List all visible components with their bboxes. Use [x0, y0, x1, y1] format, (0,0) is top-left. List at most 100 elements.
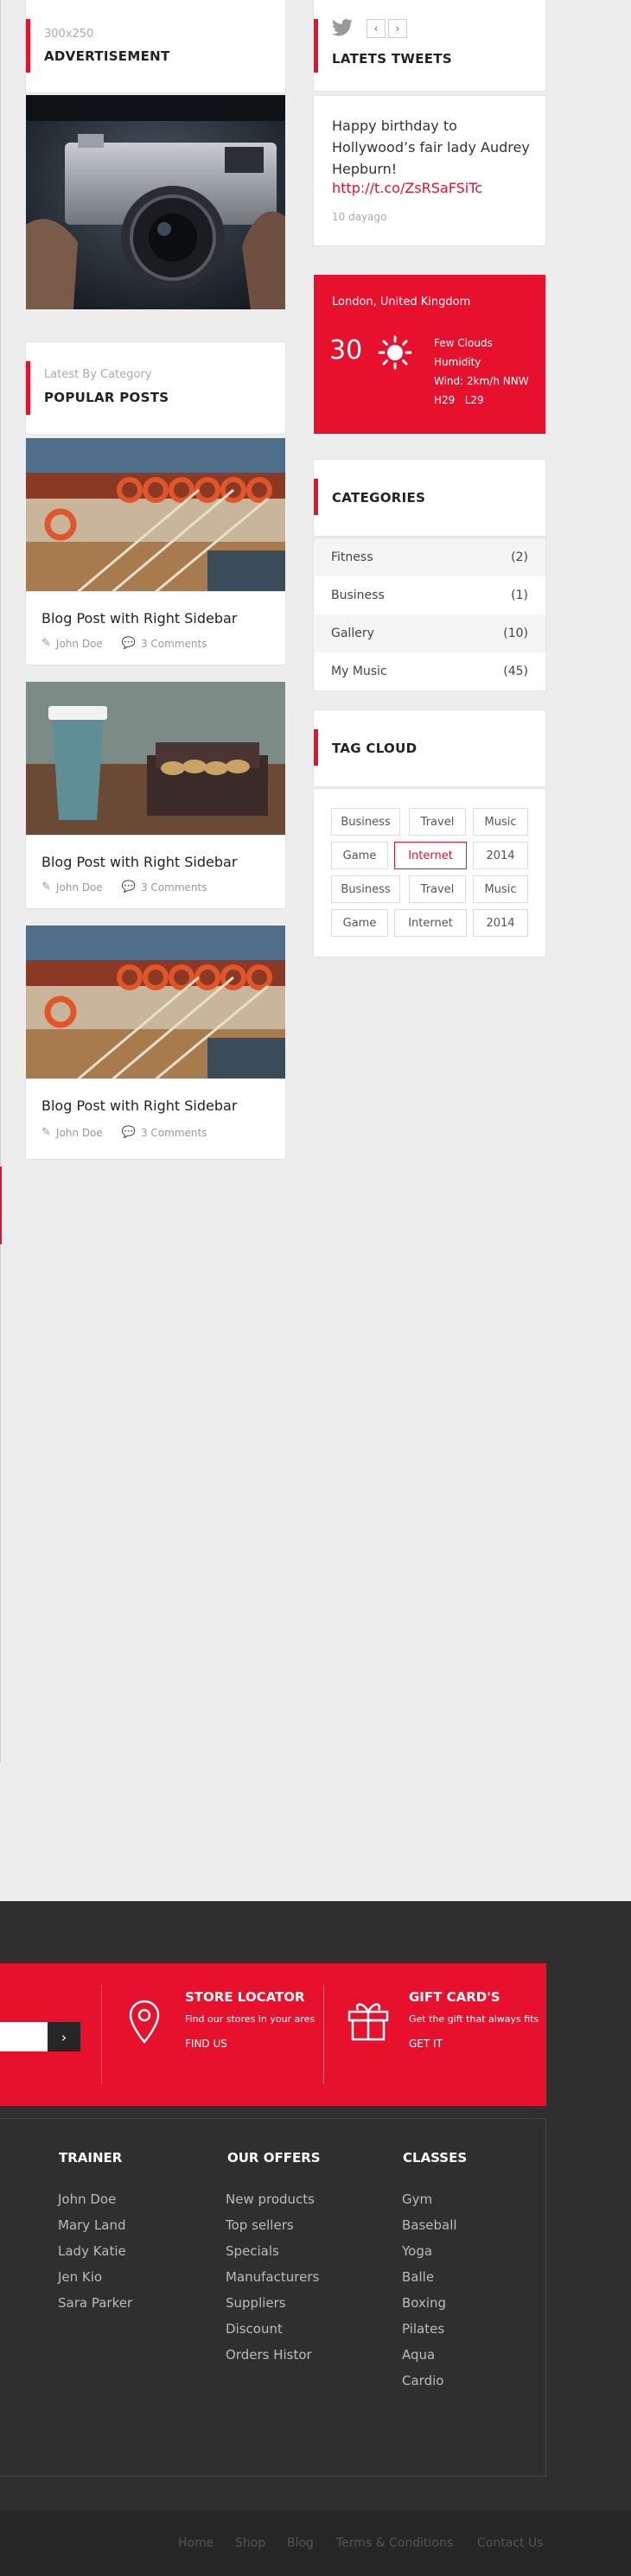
- advertisement-image[interactable]: [26, 95, 285, 309]
- post-1-meta: ✎ John Doe 💬 3 Comments: [41, 637, 207, 650]
- divider: [323, 1985, 324, 2084]
- divider: [101, 1985, 102, 2084]
- tag-item[interactable]: Business: [331, 808, 400, 836]
- classes-link[interactable]: Pilates: [402, 2321, 444, 2337]
- post-author[interactable]: John Doe: [56, 881, 103, 894]
- offers-link[interactable]: New products: [226, 2191, 315, 2207]
- popular-subtitle: Latest By Category: [44, 368, 152, 381]
- tag-item[interactable]: Internet: [394, 909, 467, 937]
- comment-icon: 💬: [121, 637, 136, 650]
- post-3-image[interactable]: [26, 925, 285, 1079]
- coffee-photo: [26, 682, 285, 836]
- edit-icon: ✎: [41, 1126, 51, 1139]
- bottom-link-terms[interactable]: Terms & Conditions: [336, 2536, 453, 2550]
- newsletter-input[interactable]: [0, 2022, 48, 2051]
- tag-item[interactable]: Music: [473, 808, 528, 836]
- post-3-meta: ✎ John Doe 💬 3 Comments: [41, 1126, 207, 1139]
- post-comments[interactable]: 3 Comments: [141, 1127, 207, 1139]
- gift-card-text: Get the gift that always fits: [409, 2013, 539, 2025]
- offers-link[interactable]: Discount: [226, 2321, 283, 2337]
- tag-item-active[interactable]: Internet: [394, 842, 467, 869]
- category-item[interactable]: My Music (45): [314, 652, 545, 690]
- title-accent: [26, 19, 30, 73]
- categories-title: CATEGORIES: [332, 490, 426, 506]
- classes-link[interactable]: Gym: [402, 2191, 432, 2207]
- bottom-link-home[interactable]: Home: [178, 2536, 214, 2550]
- category-count: (2): [511, 550, 528, 564]
- title-accent: [26, 361, 30, 415]
- boat-photo: [26, 438, 285, 592]
- post-1-image[interactable]: [26, 438, 285, 592]
- post-author[interactable]: John Doe: [56, 1127, 103, 1139]
- weather-condition: Few Clouds: [434, 337, 493, 349]
- bottom-link-contact[interactable]: Contact Us: [477, 2536, 543, 2550]
- classes-link[interactable]: Balle: [402, 2269, 434, 2285]
- tag-item[interactable]: Game: [331, 909, 388, 937]
- offers-link[interactable]: Top sellers: [226, 2217, 294, 2233]
- ad-size: 300x250: [44, 28, 94, 41]
- category-item[interactable]: Gallery (10): [314, 614, 545, 652]
- tag-item[interactable]: Music: [473, 875, 528, 903]
- tweet-text: Happy birthday to Hollywood’s fair lady …: [332, 118, 530, 177]
- category-item[interactable]: Business (1): [314, 576, 545, 614]
- sun-icon: [378, 335, 412, 373]
- classes-link[interactable]: Baseball: [402, 2217, 457, 2233]
- trainer-link[interactable]: John Doe: [58, 2191, 116, 2207]
- classes-link[interactable]: Cardio: [402, 2373, 443, 2388]
- tag-item[interactable]: Business: [331, 875, 400, 903]
- gift-icon: [346, 2000, 391, 2045]
- trainer-link[interactable]: Jen Kio: [58, 2269, 102, 2285]
- category-name: Business: [331, 588, 385, 602]
- edit-icon: ✎: [41, 881, 51, 894]
- tag-item[interactable]: Game: [331, 842, 388, 869]
- post-2-title[interactable]: Blog Post with Right Sidebar: [41, 854, 237, 870]
- tag-cloud-widget: TAG CLOUD: [314, 710, 545, 786]
- classes-link[interactable]: Aqua: [402, 2347, 435, 2363]
- classes-link[interactable]: Boxing: [402, 2295, 446, 2311]
- footer-banner: › STORE LOCATOR Find our stores in your …: [0, 1963, 546, 2106]
- map-pin-icon: [128, 2000, 161, 2048]
- tag-item[interactable]: 2014: [473, 909, 528, 937]
- trainer-link[interactable]: Lady Katie: [58, 2243, 126, 2259]
- trainer-link[interactable]: Sara Parker: [58, 2295, 132, 2311]
- tag-item[interactable]: Travel: [409, 875, 466, 903]
- tweet-link[interactable]: http://t.co/ZsRSaFSiTc: [332, 180, 482, 196]
- find-us-link[interactable]: FIND US: [185, 2038, 227, 2050]
- post-comments[interactable]: 3 Comments: [141, 638, 207, 650]
- tweet-prev-button[interactable]: ‹: [366, 19, 386, 38]
- post-author[interactable]: John Doe: [56, 638, 103, 650]
- bottom-link-shop[interactable]: Shop: [235, 2536, 265, 2550]
- category-count: (45): [503, 665, 528, 678]
- categories-widget: CATEGORIES: [314, 460, 545, 536]
- offers-link[interactable]: Orders Histor: [226, 2347, 312, 2363]
- post-comments[interactable]: 3 Comments: [141, 881, 207, 894]
- tag-item[interactable]: Travel: [409, 808, 466, 836]
- category-item[interactable]: Fitness (2): [314, 538, 545, 576]
- classes-link[interactable]: Yoga: [402, 2243, 432, 2259]
- tag-item[interactable]: 2014: [473, 842, 528, 869]
- offers-link[interactable]: Suppliers: [226, 2295, 286, 2311]
- newsletter-submit-button[interactable]: ›: [48, 2022, 80, 2051]
- tweets-title: LATETS TWEETS: [332, 51, 452, 67]
- trainer-title: TRAINER: [59, 2150, 123, 2166]
- tweet-next-button[interactable]: ›: [388, 19, 407, 38]
- post-3-title[interactable]: Blog Post with Right Sidebar: [41, 1097, 237, 1114]
- post-3-card: Blog Post with Right Sidebar ✎ John Doe …: [26, 1079, 285, 1159]
- weather-details: Few Clouds Humidity Wind: 2km/h NNW H29 …: [434, 334, 529, 410]
- popular-posts-widget: Latest By Category POPULAR POSTS: [26, 342, 285, 434]
- weather-high-low: H29 L29: [434, 394, 484, 406]
- title-accent: [314, 479, 318, 515]
- offers-link[interactable]: Manufacturers: [226, 2269, 319, 2285]
- tweet-time: 10 dayago: [332, 211, 387, 223]
- store-locator-text: Find our stores in your ares: [185, 2013, 316, 2025]
- popular-title: POPULAR POSTS: [44, 390, 169, 405]
- offers-link[interactable]: Specials: [226, 2243, 279, 2259]
- post-1-title[interactable]: Blog Post with Right Sidebar: [41, 610, 237, 627]
- bottom-link-blog[interactable]: Blog: [287, 2536, 314, 2550]
- get-it-link[interactable]: GET IT: [409, 2038, 443, 2050]
- categories-list: Fitness (2) Business (1) Gallery (10) My…: [314, 538, 545, 690]
- post-2-image[interactable]: [26, 682, 285, 836]
- advertisement-widget: 300x250 ADVERTISEMENT: [26, 0, 285, 92]
- trainer-link[interactable]: Mary Land: [58, 2217, 126, 2233]
- weather-wind: Wind: 2km/h NNW: [434, 375, 529, 387]
